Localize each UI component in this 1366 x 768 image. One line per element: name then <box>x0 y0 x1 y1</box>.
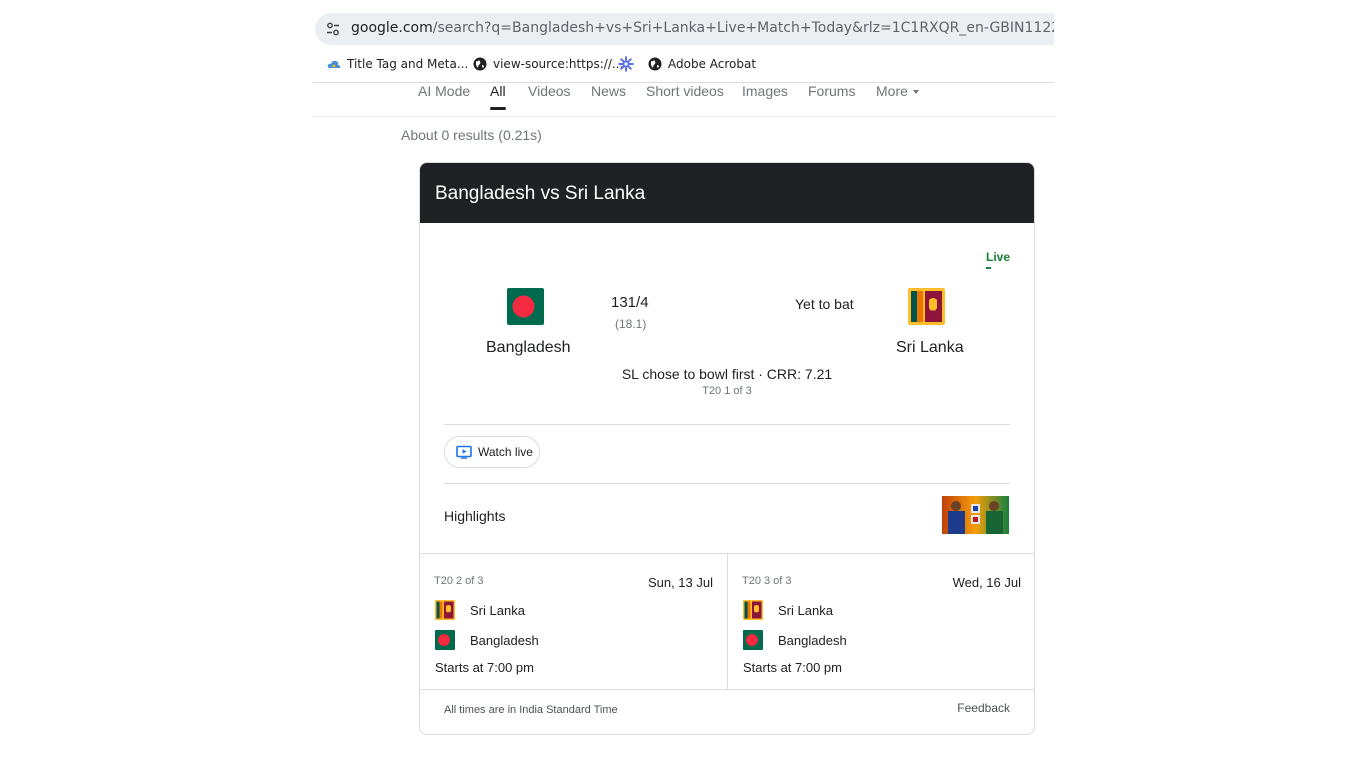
tab-ai-mode[interactable]: AI Mode <box>418 83 470 99</box>
url-text[interactable]: google.com/search?q=Bangladesh+vs+Sri+La… <box>351 20 1054 36</box>
tab-forums[interactable]: Forums <box>808 83 855 99</box>
live-badge: Live <box>986 250 1011 264</box>
tab-more[interactable]: More <box>876 83 919 99</box>
fixture-time: Starts at 7:00 pm <box>743 660 842 675</box>
play-screen-icon <box>456 445 472 459</box>
tab-images[interactable]: Images <box>742 83 788 99</box>
bangladesh-flag-icon <box>507 288 544 325</box>
match-card: Bangladesh vs Sri Lanka Live Bangladesh … <box>419 162 1035 735</box>
fixture-date: Sun, 13 Jul <box>647 575 713 590</box>
team1-score: 131/4 <box>611 294 649 311</box>
watch-live-button[interactable]: Watch live <box>444 436 540 468</box>
fixture-team: Sri Lanka <box>778 603 833 618</box>
result-stats: About 0 results (0.21s) <box>401 127 542 143</box>
bookmark-view-source[interactable]: view-source:https://... <box>473 53 623 75</box>
globe-icon <box>473 57 487 71</box>
sri-lanka-flag-icon <box>908 288 945 325</box>
fixture-team: Bangladesh <box>778 633 847 648</box>
search-tabs: AI Mode All Videos News Short videos Ima… <box>313 82 1054 117</box>
tab-more-label: More <box>876 83 908 99</box>
highlights-thumbnail[interactable] <box>942 496 1009 534</box>
tab-short-videos[interactable]: Short videos <box>646 83 724 99</box>
divider <box>444 424 1010 425</box>
divider <box>444 483 1010 484</box>
fixture-team: Bangladesh <box>470 633 539 648</box>
active-tab-indicator <box>490 107 506 110</box>
fixture-team: Sri Lanka <box>470 603 525 618</box>
site-settings-icon[interactable] <box>325 21 341 37</box>
tab-news[interactable]: News <box>591 83 626 99</box>
bookmark-extension[interactable] <box>618 53 640 75</box>
fixture-card[interactable]: T20 2 of 3 Sun, 13 Jul Sri Lanka Banglad… <box>420 554 727 689</box>
fixture-date: Wed, 16 Jul <box>952 575 1021 590</box>
live-indicator <box>986 267 991 269</box>
upcoming-fixtures: T20 2 of 3 Sun, 13 Jul Sri Lanka Banglad… <box>420 553 1034 690</box>
highlights-label[interactable]: Highlights <box>444 508 505 524</box>
team1-overs: (18.1) <box>615 317 647 331</box>
team2-status: Yet to bat <box>795 296 854 312</box>
match-card-header[interactable]: Bangladesh vs Sri Lanka <box>420 163 1034 223</box>
team2-name[interactable]: Sri Lanka <box>896 339 964 357</box>
tab-all[interactable]: All <box>490 83 506 99</box>
bangladesh-flag-icon <box>743 630 763 650</box>
sri-lanka-flag-icon <box>743 600 763 620</box>
match-title: Bangladesh vs Sri Lanka <box>435 183 646 204</box>
fixture-series: T20 2 of 3 <box>434 575 484 587</box>
timezone-note: All times are in India Standard Time <box>444 704 618 716</box>
watch-live-label: Watch live <box>478 445 533 459</box>
match-status-line: SL chose to bowl first · CRR: 7.21 <box>621 366 833 382</box>
bangladesh-flag-icon <box>435 630 455 650</box>
match-series-line: T20 1 of 3 <box>702 385 752 397</box>
sri-lanka-flag-icon <box>435 600 455 620</box>
fixture-time: Starts at 7:00 pm <box>435 660 534 675</box>
bookmark-label: Adobe Acrobat <box>668 57 757 71</box>
bookmark-label: view-source:https://... <box>493 57 624 71</box>
fixture-card[interactable]: T20 3 of 3 Wed, 16 Jul Sri Lanka Banglad… <box>727 554 1034 689</box>
browser-frame: google.com/search?q=Bangladesh+vs+Sri+La… <box>313 0 1054 768</box>
caret-down-icon <box>912 90 919 95</box>
url-host: google.com <box>351 20 433 36</box>
tab-videos[interactable]: Videos <box>528 83 571 99</box>
fixture-series: T20 3 of 3 <box>742 575 792 587</box>
bookmark-adobe-acrobat[interactable]: Adobe Acrobat <box>648 53 756 75</box>
url-path: /search?q=Bangladesh+vs+Sri+Lanka+Live+M… <box>432 20 1054 36</box>
feedback-link[interactable]: Feedback <box>957 701 1010 715</box>
bookmark-title-tag[interactable]: Title Tag and Meta... <box>327 53 468 75</box>
bookmark-label: Title Tag and Meta... <box>347 57 469 71</box>
cloud-site-icon <box>327 60 341 68</box>
address-bar[interactable]: google.com/search?q=Bangladesh+vs+Sri+La… <box>315 13 1054 45</box>
gear-burst-icon <box>618 56 634 72</box>
globe-icon <box>648 57 662 71</box>
team1-name[interactable]: Bangladesh <box>486 339 571 357</box>
